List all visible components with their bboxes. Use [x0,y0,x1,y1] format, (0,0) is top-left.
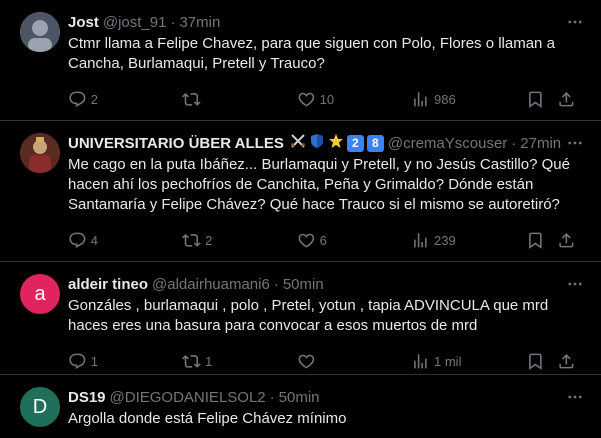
more-options-icon[interactable] [565,12,585,32]
author-handle[interactable]: @DIEGODANIELSOL2 [110,389,266,406]
author-handle[interactable]: @cremaYscouser [388,135,507,152]
separator-dot: · [273,275,279,293]
tweet[interactable]: D DS19 @DIEGODANIELSOL2 · 50min Argolla … [0,375,601,438]
like-count: 6 [319,232,327,248]
avatar[interactable] [20,133,60,173]
views-icon [414,91,427,107]
views-count: 986 [434,91,456,107]
retweet-button[interactable]: 1 [182,352,296,371]
retweet-count: 1 [205,353,213,369]
bookmark-button[interactable] [526,90,558,109]
avatar-letter: a [34,282,46,305]
reply-feed: Jost @jost_91 · 37min Ctmr llama a Felip… [0,0,601,438]
views-button[interactable]: 986 [411,90,525,109]
reply-button[interactable]: 4 [68,231,182,250]
reply-count: 1 [90,353,98,369]
author-handle[interactable]: @aldairhuamani6 [152,276,270,293]
share-icon [559,91,574,107]
bookmark-icon [528,353,542,370]
retweet-icon [182,233,202,247]
author-name[interactable]: UNIVERSITARIO ÜBER ALLES [68,135,284,152]
bookmark-icon [528,91,542,108]
timestamp[interactable]: 50min [283,276,324,293]
reply-button[interactable]: 1 [68,352,182,371]
action-bar: 2 10 986 [68,80,577,118]
like-count: 10 [319,91,335,107]
keycap-two-badge: 2 [346,134,364,152]
heart-icon [298,92,315,107]
share-button[interactable] [557,352,577,371]
tweet-text: Me cago en la puta Ibáñez... Burlamaqui … [68,156,570,213]
avatar[interactable]: a [20,274,60,314]
reply-count: 4 [90,232,98,248]
retweet-count: 2 [205,232,213,248]
star-icon [328,133,344,153]
share-button[interactable] [557,90,577,109]
tweet-text: Argolla donde está Felipe Chávez mínimo [68,410,347,427]
tweet[interactable]: a aldeir tineo @aldairhuamani6 · 50min G… [0,262,601,375]
views-icon [414,353,427,369]
timestamp[interactable]: 37min [179,14,220,31]
author-name[interactable]: Jost [68,14,99,31]
more-options-icon[interactable] [565,133,585,153]
views-count: 1 mil [434,353,462,369]
like-button[interactable]: 10 [297,90,411,109]
action-bar: 4 2 6 239 [68,221,577,259]
shield-icon [309,133,325,153]
reply-icon [69,353,86,369]
more-options-icon[interactable] [565,274,585,294]
bookmark-button[interactable] [526,231,558,250]
reply-count: 2 [90,91,98,107]
author-name[interactable]: DS19 [68,389,106,406]
retweet-icon [182,354,202,368]
more-options-icon[interactable] [565,387,585,407]
avatar-letter: D [32,395,48,418]
crossed-swords-icon [290,133,306,153]
bookmark-icon [528,232,542,249]
author-handle[interactable]: @jost_91 [103,14,167,31]
reply-icon [69,232,86,248]
share-icon [559,232,574,248]
heart-icon [298,233,315,248]
name-emoji-badges: 2 8 [290,133,384,153]
like-button[interactable]: 6 [297,231,411,250]
separator-dot: · [511,134,517,152]
views-icon [414,232,427,248]
separator-dot: · [269,388,275,406]
heart-icon [298,354,315,369]
tweet[interactable]: UNIVERSITARIO ÜBER ALLES 2 8 @cremaYscou… [0,121,601,262]
tweet[interactable]: Jost @jost_91 · 37min Ctmr llama a Felip… [0,0,601,121]
retweet-button[interactable] [182,90,296,109]
timestamp[interactable]: 50min [279,389,320,406]
bookmark-button[interactable] [526,352,558,371]
tweet-text: Ctmr llama a Felipe Chavez, para que sig… [68,35,555,72]
share-button[interactable] [557,231,577,250]
like-button[interactable] [297,352,411,371]
author-name[interactable]: aldeir tineo [68,276,148,293]
share-icon [559,353,574,369]
avatar[interactable] [20,12,60,52]
keycap-eight-badge: 8 [366,134,384,152]
tweet-text: Gonzáles , burlamaqui , polo , Pretel, y… [68,297,549,334]
separator-dot: · [170,13,176,31]
retweet-button[interactable]: 2 [182,231,296,250]
timestamp[interactable]: 27min [520,135,561,152]
retweet-icon [182,92,202,106]
avatar[interactable]: D [20,387,60,427]
reply-button[interactable]: 2 [68,90,182,109]
views-button[interactable]: 1 mil [411,352,525,371]
views-count: 239 [434,232,456,248]
views-button[interactable]: 239 [411,231,525,250]
reply-icon [69,91,86,107]
